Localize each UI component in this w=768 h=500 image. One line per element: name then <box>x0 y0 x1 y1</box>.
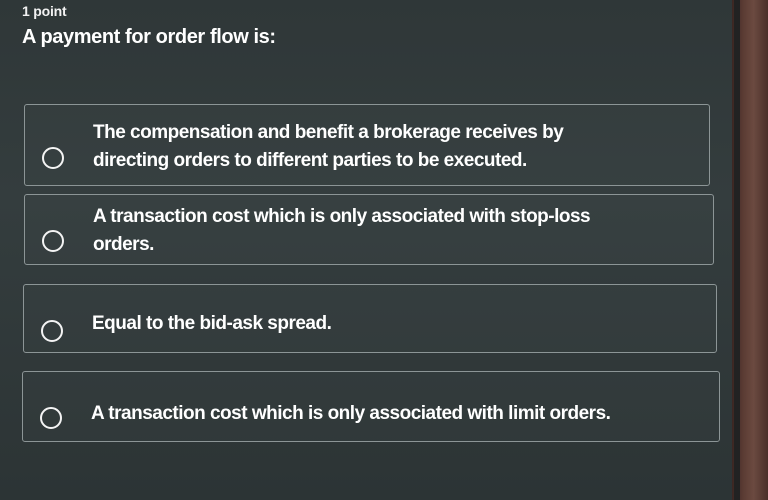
answer-option-line: Equal to the bid-ask spread. <box>92 313 332 334</box>
answer-option-3[interactable]: Equal to the bid-ask spread. <box>23 284 717 353</box>
radio-button-icon[interactable] <box>42 230 64 252</box>
answer-option-line: directing orders to different parties to… <box>93 150 527 171</box>
answer-option-line: orders. <box>93 234 154 255</box>
answer-option-text: The compensation and benefit a brokerage… <box>93 119 564 175</box>
question-prompt: A payment for order flow is: <box>22 26 276 48</box>
quiz-screen: 1 point A payment for order flow is: The… <box>0 0 732 500</box>
answer-option-line: A transaction cost which is only associa… <box>93 206 591 227</box>
radio-button-icon[interactable] <box>40 407 62 429</box>
answer-option-4[interactable]: A transaction cost which is only associa… <box>22 371 720 442</box>
answer-option-text: A transaction cost which is only associa… <box>93 203 591 259</box>
answer-option-2[interactable]: A transaction cost which is only associa… <box>24 194 714 265</box>
radio-button-icon[interactable] <box>41 320 63 342</box>
answer-option-line: The compensation and benefit a brokerage… <box>93 122 564 143</box>
radio-button-icon[interactable] <box>42 147 64 169</box>
answer-option-1[interactable]: The compensation and benefit a brokerage… <box>24 104 710 186</box>
points-label: 1 point <box>22 3 67 19</box>
answer-option-line: A transaction cost which is only associa… <box>91 403 611 424</box>
answer-option-text: Equal to the bid-ask spread. <box>92 310 332 338</box>
answer-option-text: A transaction cost which is only associa… <box>91 400 611 428</box>
device-bezel <box>732 0 768 500</box>
